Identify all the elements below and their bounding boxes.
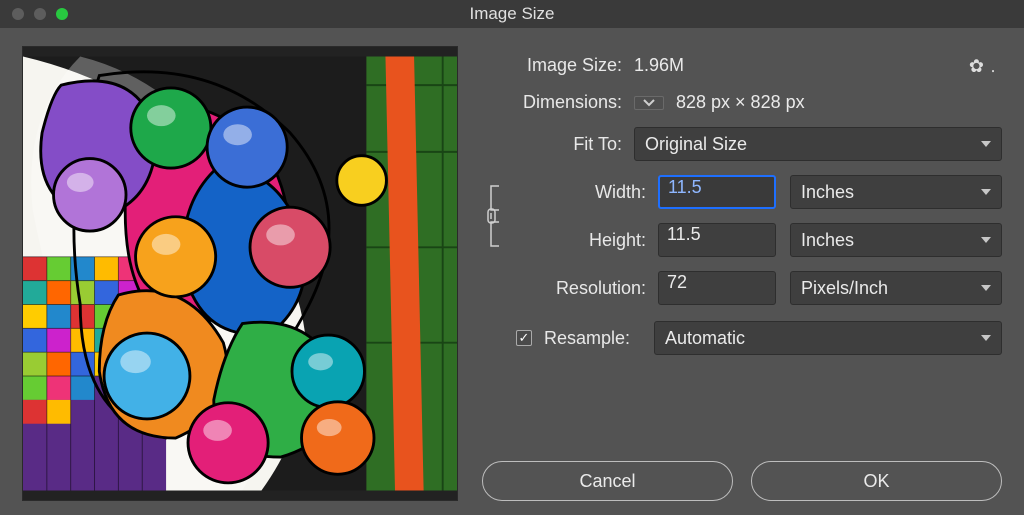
cancel-button[interactable]: Cancel — [482, 461, 733, 501]
dimensions-unit-toggle[interactable] — [634, 96, 664, 110]
constrain-proportions-icon[interactable] — [482, 180, 508, 252]
resample-method-select[interactable]: Automatic — [654, 321, 1002, 355]
titlebar: Image Size — [0, 0, 1024, 28]
image-size-dialog: Image Size — [0, 0, 1024, 515]
image-size-label: Image Size: — [482, 55, 622, 76]
fit-to-label: Fit To: — [482, 134, 622, 155]
width-input[interactable]: 11.5 — [658, 175, 776, 209]
resample-label: Resample: — [544, 328, 642, 349]
ok-button[interactable]: OK — [751, 461, 1002, 501]
dimensions-label: Dimensions: — [482, 92, 622, 113]
window-title: Image Size — [0, 4, 1024, 24]
fit-to-value: Original Size — [645, 134, 747, 155]
resolution-input[interactable]: 72 — [658, 271, 776, 305]
width-unit-select[interactable]: Inches — [790, 175, 1002, 209]
gear-icon[interactable]: ✿﹒ — [969, 52, 1002, 78]
fit-to-select[interactable]: Original Size — [634, 127, 1002, 161]
image-preview — [22, 46, 458, 501]
dimensions-value: 828 px × 828 px — [676, 92, 805, 113]
height-label: Height: — [520, 230, 646, 251]
height-unit-select[interactable]: Inches — [790, 223, 1002, 257]
resample-checkbox[interactable]: ✓ — [516, 330, 532, 346]
width-label: Width: — [520, 182, 646, 203]
resolution-label: Resolution: — [520, 278, 646, 299]
height-input[interactable]: 11.5 — [658, 223, 776, 257]
resolution-unit-select[interactable]: Pixels/Inch — [790, 271, 1002, 305]
image-size-value: 1.96M — [634, 55, 684, 76]
resample-method-value: Automatic — [665, 328, 745, 349]
